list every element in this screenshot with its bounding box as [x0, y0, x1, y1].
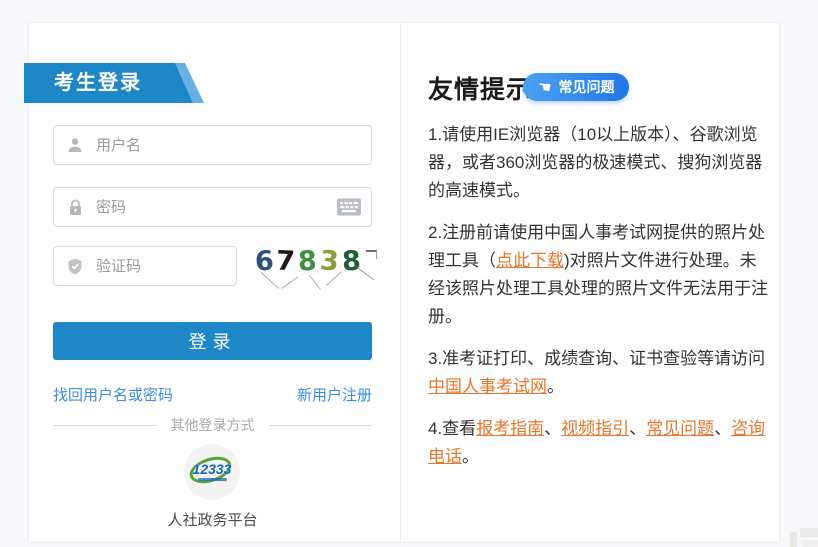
keyboard-icon[interactable] [337, 199, 361, 216]
username-input[interactable] [54, 126, 371, 164]
other-login-label: 其他登录方式 [157, 415, 269, 435]
tip-item: 1.请使用IE浏览器（10以上版本）、谷歌浏览器，或者360浏览器的极速模式、搜… [428, 121, 768, 205]
captcha-digit: 7 [276, 245, 299, 277]
corner-watermark [790, 532, 797, 547]
hand-pointer-icon: ☚ [537, 77, 553, 97]
captcha-field [53, 246, 237, 286]
password-input[interactable] [54, 188, 371, 226]
tip-link[interactable]: 中国人事考试网 [428, 377, 547, 396]
captcha-digit: 6 [253, 245, 277, 277]
password-field [53, 187, 372, 227]
divider-line [269, 425, 373, 426]
captcha-noise-line [309, 275, 321, 290]
logo-number: 12333 [184, 461, 240, 477]
panel-divider [400, 22, 401, 543]
new-user-register-link[interactable]: 新用户注册 [297, 384, 372, 405]
other-login-divider: 其他登录方式 [53, 416, 372, 434]
username-field [53, 125, 372, 165]
captcha-image[interactable]: 67838 [250, 240, 380, 292]
login-button[interactable]: 登录 [53, 322, 372, 360]
login-title-banner: 考生登录 [24, 63, 224, 103]
tip-text: 。 [462, 447, 479, 466]
tip-link[interactable]: 点此下载 [496, 251, 564, 270]
tip-text: 1.请使用IE浏览器（10以上版本）、谷歌浏览器，或者360浏览器的极速模式、搜… [428, 125, 762, 200]
tip-item: 2.注册前请使用中国人事考试网提供的照片处理工具（点此下载)对照片文件进行处理。… [428, 219, 768, 331]
tip-item: 4.查看报考指南、视频指引、常见问题、咨询电话。 [428, 415, 768, 471]
page-background: 考生登录 67838 登录 找回用户名或密码 新用户注册 [0, 0, 818, 547]
lock-icon [66, 198, 84, 216]
tip-text: 4.查看 [428, 419, 476, 438]
tips-title: 友情提示 [428, 70, 532, 106]
faq-button[interactable]: ☚ 常见问题 [523, 73, 629, 101]
tip-text: 、 [629, 419, 646, 438]
tip-text: 。 [547, 377, 564, 396]
captcha-digit: 8 [298, 246, 321, 278]
captcha-noise-mark [366, 250, 377, 259]
tip-text: 、 [544, 419, 561, 438]
12333-logo[interactable]: 12333 [184, 444, 240, 500]
tip-text: 3.准考证打印、成绩查询、证书查验等请访问 [428, 349, 765, 368]
tip-link[interactable]: 报考指南 [476, 419, 544, 438]
account-links-row: 找回用户名或密码 新用户注册 [53, 384, 372, 405]
corner-watermark [803, 540, 818, 547]
user-icon [66, 136, 84, 154]
forgot-credentials-link[interactable]: 找回用户名或密码 [53, 384, 173, 405]
captcha-digit: 8 [341, 245, 364, 277]
corner-watermark [800, 528, 818, 537]
shield-icon [66, 257, 84, 275]
divider-line [53, 425, 157, 426]
logo-subtext-bar [198, 478, 227, 481]
tip-text: 、 [714, 419, 731, 438]
captcha-code: 67838 [254, 246, 364, 277]
tip-link[interactable]: 视频指引 [561, 419, 629, 438]
tip-link[interactable]: 常见问题 [646, 419, 714, 438]
tips-list: 1.请使用IE浏览器（10以上版本）、谷歌浏览器，或者360浏览器的极速模式、搜… [428, 121, 768, 485]
captcha-noise-line [282, 276, 299, 289]
platform-label: 人社政务平台 [53, 509, 372, 530]
tip-item: 3.准考证打印、成绩查询、证书查验等请访问中国人事考试网。 [428, 345, 768, 401]
faq-button-label: 常见问题 [558, 77, 614, 97]
